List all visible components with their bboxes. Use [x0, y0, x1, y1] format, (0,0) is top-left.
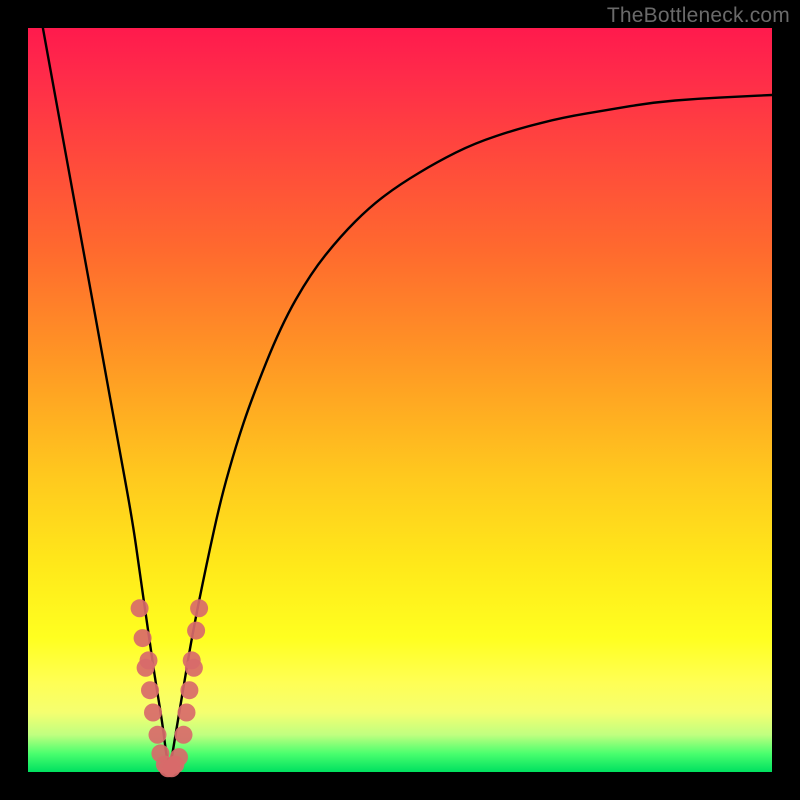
sample-point: [180, 681, 198, 699]
sample-point: [134, 629, 152, 647]
sample-point: [175, 726, 193, 744]
sample-point: [187, 622, 205, 640]
watermark-text: TheBottleneck.com: [607, 4, 790, 28]
sample-point: [190, 599, 208, 617]
sample-point: [170, 748, 188, 766]
sample-points: [131, 599, 209, 777]
sample-point: [131, 599, 149, 617]
plot-area: [28, 28, 772, 772]
sample-point: [141, 681, 159, 699]
chart-frame: TheBottleneck.com: [0, 0, 800, 800]
sample-point: [149, 726, 167, 744]
sample-point: [144, 704, 162, 722]
sample-point: [178, 704, 196, 722]
curve-layer: [28, 28, 772, 772]
sample-point: [140, 651, 158, 669]
sample-point: [185, 659, 203, 677]
